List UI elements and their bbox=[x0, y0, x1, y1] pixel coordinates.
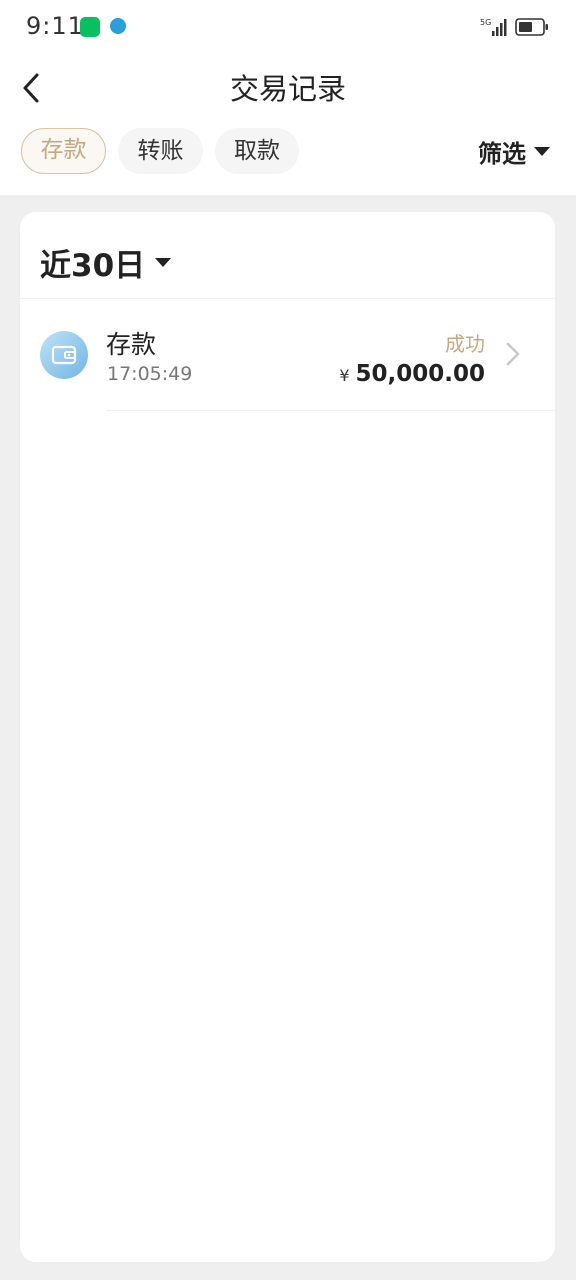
transaction-type: 存款 bbox=[106, 330, 157, 359]
status-time: 9:11 bbox=[26, 12, 84, 40]
battery-icon bbox=[515, 18, 548, 36]
caret-down-icon bbox=[155, 257, 172, 267]
filter-button[interactable]: 筛选 bbox=[478, 133, 550, 169]
caret-down-icon bbox=[534, 146, 550, 156]
transaction-amount: ¥ 50,000.00 bbox=[339, 361, 485, 387]
amount-value: 50,000.00 bbox=[355, 361, 486, 387]
period-label: 近30日 bbox=[40, 247, 146, 284]
header-area: 9:11 5G 交易记录 存款 转账 取款 筛选 bbox=[0, 0, 576, 195]
transaction-row[interactable]: 存款 17:05:49 成功 ¥ 50,000.00 bbox=[20, 299, 555, 411]
chevron-right-icon bbox=[506, 342, 520, 366]
currency-symbol: ¥ bbox=[339, 366, 350, 385]
transaction-status: 成功 bbox=[445, 332, 485, 356]
row-divider bbox=[106, 410, 555, 411]
period-selector[interactable]: 近30日 bbox=[40, 240, 172, 284]
transaction-time: 17:05:49 bbox=[107, 363, 193, 385]
tab-deposit[interactable]: 存款 bbox=[21, 128, 106, 174]
tab-withdraw[interactable]: 取款 bbox=[215, 128, 299, 174]
app-notification-icon bbox=[110, 18, 126, 34]
wechat-icon bbox=[80, 17, 100, 37]
signal-5g-icon: 5G bbox=[480, 18, 507, 36]
filter-label: 筛选 bbox=[478, 139, 526, 168]
status-bar: 9:11 5G bbox=[0, 0, 576, 54]
wallet-icon bbox=[40, 331, 88, 379]
transaction-card: 近30日 存款 17:05:49 成功 ¥ 50,000.00 bbox=[20, 212, 555, 1262]
svg-text:5G: 5G bbox=[480, 18, 491, 27]
tab-transfer[interactable]: 转账 bbox=[118, 128, 203, 174]
page-title: 交易记录 bbox=[229, 72, 346, 106]
